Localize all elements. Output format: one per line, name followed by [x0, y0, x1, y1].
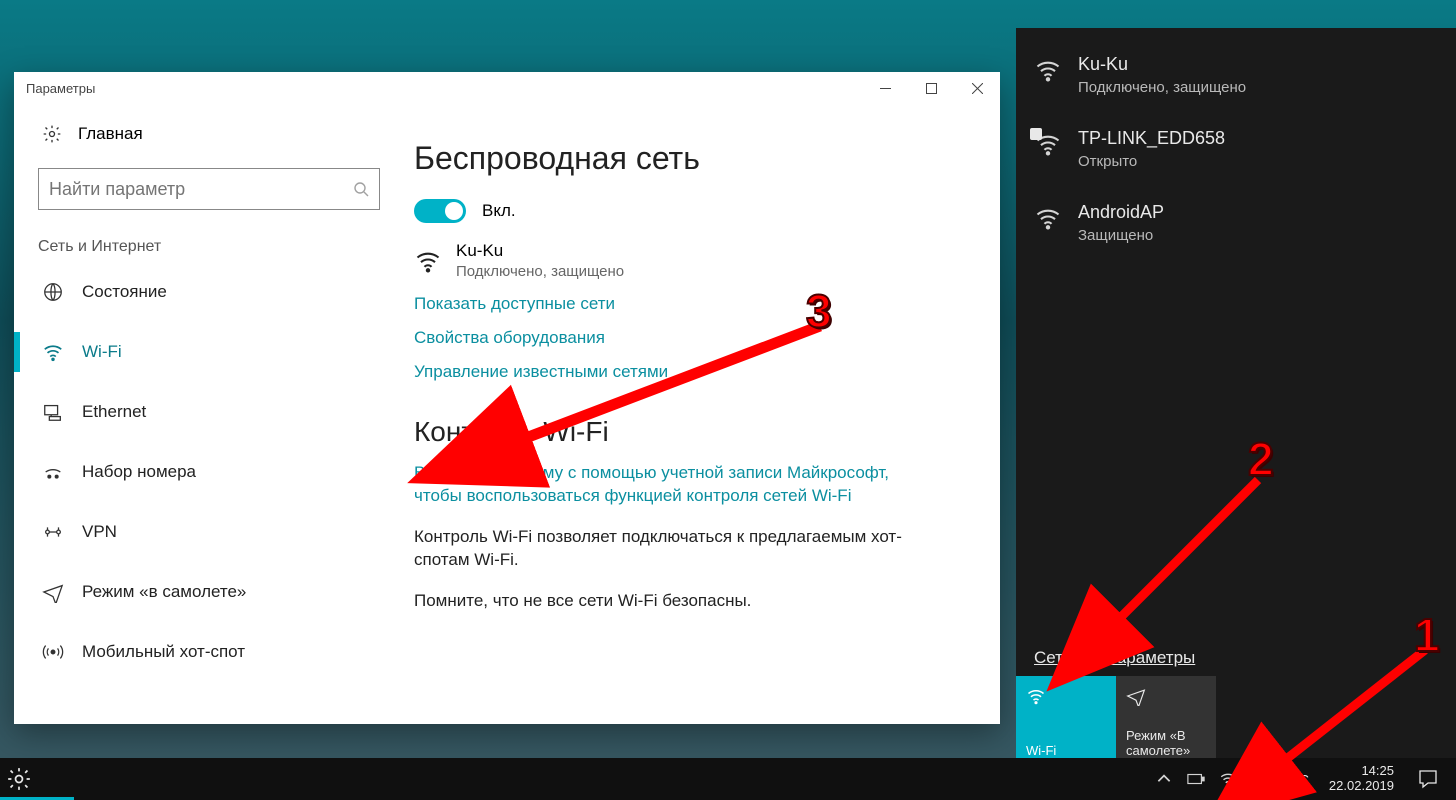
sidebar-item-label: VPN: [82, 522, 117, 542]
annotation-arrow-1: [1230, 640, 1440, 800]
ssid-name: Ku-Ku: [456, 241, 624, 261]
wifi-icon: [414, 247, 442, 275]
connected-network[interactable]: Ku-Ku Подключено, защищено: [414, 241, 974, 280]
sidebar: Главная Сеть и Интернет Состояние Wi-Fi …: [14, 104, 404, 724]
wifi-toggle[interactable]: [414, 199, 466, 223]
settings-taskbar-icon[interactable]: [6, 766, 32, 792]
network-name: TP-LINK_EDD658: [1078, 128, 1225, 149]
search-input-wrap[interactable]: [38, 168, 380, 210]
wifi-icon: [42, 341, 64, 363]
annotation-arrow-2: [1050, 460, 1280, 650]
sidebar-item-status[interactable]: Состояние: [14, 262, 404, 322]
search-input[interactable]: [49, 179, 353, 200]
sidebar-item-label: Ethernet: [82, 402, 146, 422]
gear-icon: [42, 124, 62, 144]
sidebar-item-wifi[interactable]: Wi-Fi: [14, 322, 404, 382]
tile-label: Режим «В самолете»: [1126, 728, 1206, 758]
tile-airplane[interactable]: Режим «В самолете»: [1116, 676, 1216, 768]
sidebar-item-label: Wi-Fi: [82, 342, 122, 362]
titlebar: Параметры: [14, 72, 1000, 104]
window-title: Параметры: [26, 81, 95, 96]
chevron-up-icon[interactable]: [1155, 770, 1173, 788]
network-status: Защищено: [1078, 227, 1164, 244]
wifi-toggle-label: Вкл.: [482, 201, 516, 221]
link-signin-microsoft[interactable]: Войдите в систему с помощью учетной запи…: [414, 462, 934, 508]
wifi-sense-warning: Помните, что не все сети Wi-Fi безопасны…: [414, 590, 934, 613]
ssid-status: Подключено, защищено: [456, 263, 624, 280]
sidebar-item-label: Состояние: [82, 282, 167, 302]
sidebar-category: Сеть и Интернет: [14, 216, 404, 262]
wifi-shield-icon: [1034, 130, 1062, 158]
sidebar-item-ethernet[interactable]: Ethernet: [14, 382, 404, 442]
network-item[interactable]: AndroidAP Защищено: [1016, 186, 1456, 260]
sidebar-item-label: Набор номера: [82, 462, 196, 482]
wifi-icon: [1034, 204, 1062, 232]
sidebar-home[interactable]: Главная: [14, 116, 404, 152]
network-name: Ku-Ku: [1078, 54, 1246, 75]
network-status: Открыто: [1078, 153, 1225, 170]
page-title: Беспроводная сеть: [414, 140, 974, 177]
vpn-icon: [42, 521, 64, 543]
sidebar-item-dialup[interactable]: Набор номера: [14, 442, 404, 502]
globe-icon: [42, 281, 64, 303]
sidebar-item-hotspot[interactable]: Мобильный хот-спот: [14, 622, 404, 682]
annotation-arrow-3: [470, 306, 840, 466]
tile-wifi[interactable]: Wi-Fi: [1016, 676, 1116, 768]
airplane-icon: [42, 581, 64, 603]
ethernet-icon: [42, 401, 64, 423]
search-icon: [353, 181, 369, 197]
sidebar-item-label: Мобильный хот-спот: [82, 642, 245, 662]
dialup-icon: [42, 461, 64, 483]
network-name: AndroidAP: [1078, 202, 1164, 223]
wifi-icon: [1026, 686, 1046, 706]
network-status: Подключено, защищено: [1078, 79, 1246, 96]
minimize-button[interactable]: [862, 72, 908, 104]
wifi-icon: [1034, 56, 1062, 84]
network-item[interactable]: TP-LINK_EDD658 Открыто: [1016, 112, 1456, 186]
tile-label: Wi-Fi: [1026, 743, 1106, 758]
hotspot-icon: [42, 641, 64, 663]
maximize-button[interactable]: [908, 72, 954, 104]
sidebar-item-airplane[interactable]: Режим «в самолете»: [14, 562, 404, 622]
wifi-sense-description: Контроль Wi-Fi позволяет подключаться к …: [414, 526, 934, 572]
airplane-icon: [1126, 686, 1146, 706]
sidebar-item-label: Режим «в самолете»: [82, 582, 246, 602]
battery-icon[interactable]: [1187, 770, 1205, 788]
close-button[interactable]: [954, 72, 1000, 104]
sidebar-item-vpn[interactable]: VPN: [14, 502, 404, 562]
network-item[interactable]: Ku-Ku Подключено, защищено: [1016, 38, 1456, 112]
sidebar-home-label: Главная: [78, 124, 143, 144]
